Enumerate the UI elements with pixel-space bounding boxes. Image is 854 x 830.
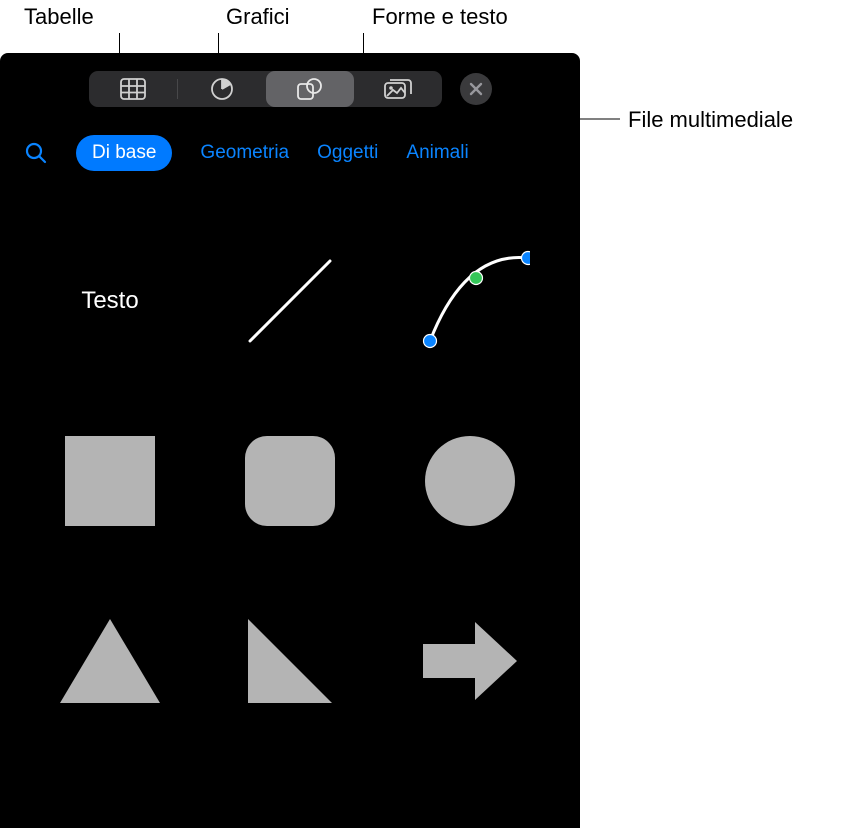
callout-media: File multimediale [628,107,793,133]
photos-icon [384,78,412,100]
insert-toolbar [0,53,580,107]
close-button[interactable] [460,73,492,105]
category-geometry[interactable]: Geometria [200,142,289,164]
callout-charts: Grafici [226,4,290,30]
shape-text[interactable]: Testo [50,241,170,361]
circle-icon [420,431,520,531]
shape-text-label: Testo [81,287,138,315]
right-triangle-icon [240,611,340,711]
category-basic[interactable]: Di base [76,135,172,171]
category-objects[interactable]: Oggetti [317,142,378,164]
insert-segmented-control [89,71,442,107]
shape-triangle[interactable] [50,601,170,721]
shape-square[interactable] [50,421,170,541]
shape-arrow-right[interactable] [410,601,530,721]
shapes-grid: Testo [0,171,580,721]
shape-right-triangle[interactable] [230,601,350,721]
shape-circle[interactable] [410,421,530,541]
square-icon [60,431,160,531]
shape-bezier-curve[interactable] [410,241,530,361]
pie-chart-icon [210,77,234,101]
search-icon [25,142,47,164]
category-row: Di base Geometria Oggetti Animali [0,107,580,171]
callout-tables: Tabelle [24,4,94,30]
category-animals[interactable]: Animali [406,142,468,164]
shape-line[interactable] [230,241,350,361]
close-icon [469,82,483,96]
media-tab[interactable] [354,71,442,107]
callout-shapes-text: Forme e testo [372,4,508,30]
shapes-tab[interactable] [266,71,354,107]
rounded-square-icon [240,431,340,531]
line-icon [235,246,345,356]
search-button[interactable] [24,141,48,165]
shape-rounded-square[interactable] [230,421,350,541]
arrow-right-icon [415,616,525,706]
tables-tab[interactable] [89,71,177,107]
table-icon [120,78,146,100]
triangle-icon [55,611,165,711]
shapes-icon [296,77,324,101]
charts-tab[interactable] [178,71,266,107]
bezier-icon [410,246,530,356]
shapes-panel: Di base Geometria Oggetti Animali Testo [0,53,580,828]
